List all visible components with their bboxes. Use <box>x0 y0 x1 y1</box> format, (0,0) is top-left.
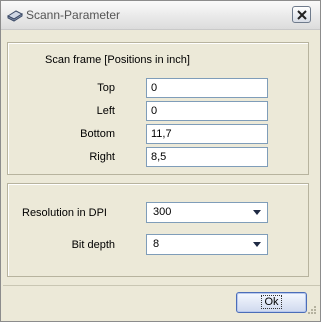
right-label: Right <box>89 151 115 163</box>
scanner-icon <box>6 8 24 22</box>
resolution-label: Resolution in DPI <box>22 207 107 219</box>
bottom-input[interactable]: 11,7 <box>146 124 268 144</box>
scan-frame-group-label: Scan frame [Positions in inch] <box>45 54 190 66</box>
dialog-window: Scann-Parameter Scan frame [Positions in… <box>0 0 321 322</box>
window-title: Scann-Parameter <box>26 8 121 22</box>
left-label: Left <box>96 105 115 117</box>
resolution-value: 300 <box>153 206 172 218</box>
left-input[interactable]: 0 <box>146 101 268 121</box>
ok-button[interactable]: Ok <box>236 292 307 313</box>
resolution-select[interactable]: 300 <box>146 202 268 223</box>
resize-grip-icon[interactable] <box>305 305 317 317</box>
ok-button-label: Ok <box>261 295 282 309</box>
title-bar[interactable]: Scann-Parameter <box>1 1 320 30</box>
bit-depth-select[interactable]: 8 <box>146 234 268 255</box>
top-input[interactable]: 0 <box>146 78 268 98</box>
chevron-down-icon <box>253 242 261 247</box>
chevron-down-icon <box>253 210 261 215</box>
top-label: Top <box>97 82 115 94</box>
right-input[interactable]: 8,5 <box>146 147 268 167</box>
bit-depth-value: 8 <box>153 238 160 250</box>
separator <box>3 285 320 286</box>
close-icon <box>297 10 307 20</box>
settings-group <box>7 183 309 277</box>
bit-depth-label: Bit depth <box>71 239 115 251</box>
dialog-body: Scan frame [Positions in inch] Top 0 Lef… <box>2 30 320 319</box>
close-button[interactable] <box>292 6 311 23</box>
bottom-label: Bottom <box>80 128 115 140</box>
